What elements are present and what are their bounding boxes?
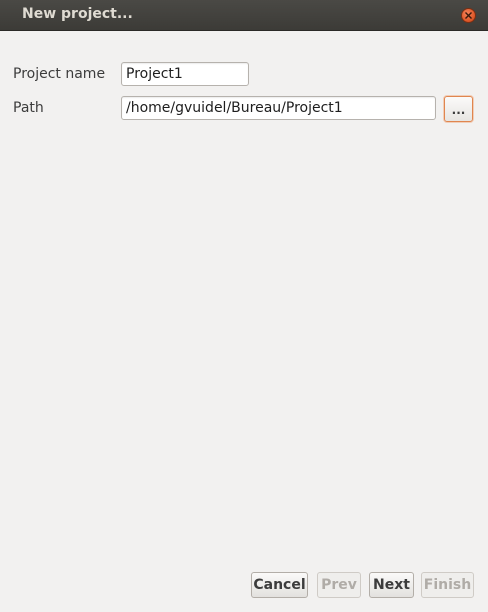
- close-button[interactable]: [461, 8, 476, 23]
- cancel-button[interactable]: Cancel: [251, 572, 308, 598]
- project-name-label: Project name: [13, 66, 106, 82]
- browse-path-button[interactable]: ...: [444, 96, 473, 122]
- project-name-input[interactable]: [121, 62, 249, 86]
- finish-button[interactable]: Finish: [421, 572, 474, 598]
- close-icon: [465, 12, 472, 19]
- prev-button[interactable]: Prev: [317, 572, 361, 598]
- new-project-dialog: New project... Project name Path ... Can…: [0, 0, 488, 612]
- window-title: New project...: [22, 6, 133, 22]
- next-button[interactable]: Next: [369, 572, 414, 598]
- path-input[interactable]: [121, 96, 436, 120]
- path-label: Path: [13, 100, 44, 116]
- title-bar: New project...: [0, 0, 488, 31]
